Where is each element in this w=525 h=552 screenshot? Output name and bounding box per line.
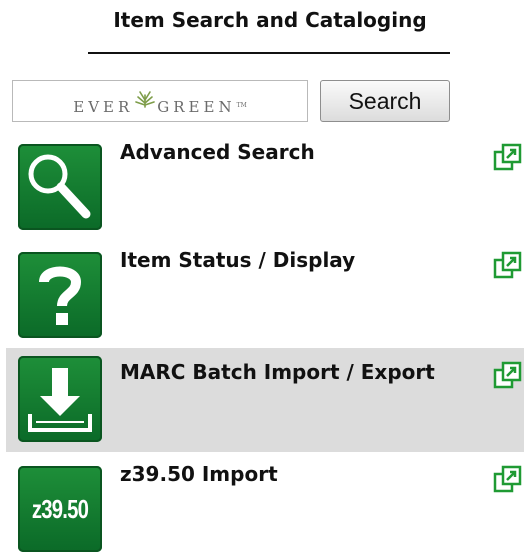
menu-item-z3950-import[interactable]: z39.50 z39.50 Import (6, 462, 524, 552)
menu-item-label: Advanced Search (120, 140, 315, 164)
open-new-window-icon[interactable] (492, 142, 524, 174)
open-new-window-icon[interactable] (492, 464, 524, 496)
menu-item-label: Item Status / Display (120, 248, 356, 272)
logo-text-ever: EVER (73, 98, 134, 116)
open-new-window-icon[interactable] (492, 360, 524, 392)
search-input[interactable]: EVER GREEN TM (12, 80, 308, 122)
download-tray-icon (18, 356, 102, 442)
evergreen-leaf-icon (134, 89, 156, 113)
evergreen-logo: EVER GREEN TM (73, 91, 247, 119)
question-mark-icon (18, 252, 102, 338)
menu-item-item-status[interactable]: Item Status / Display (6, 248, 524, 352)
menu-item-label: z39.50 Import (120, 462, 278, 486)
logo-text-green: GREEN (157, 98, 236, 116)
z3950-icon-text: z39.50 (31, 493, 89, 524)
menu-item-marc-batch[interactable]: MARC Batch Import / Export (6, 348, 524, 452)
page-title: Item Search and Cataloging (113, 8, 427, 32)
magnifier-icon (18, 144, 102, 230)
open-new-window-icon[interactable] (492, 250, 524, 282)
menu-item-advanced-search[interactable]: Advanced Search (6, 140, 524, 244)
menu-item-label: MARC Batch Import / Export (120, 360, 435, 384)
search-button[interactable]: Search (320, 80, 450, 122)
z3950-icon: z39.50 (18, 466, 102, 552)
title-divider (88, 52, 450, 54)
trademark-mark: TM (236, 101, 247, 109)
